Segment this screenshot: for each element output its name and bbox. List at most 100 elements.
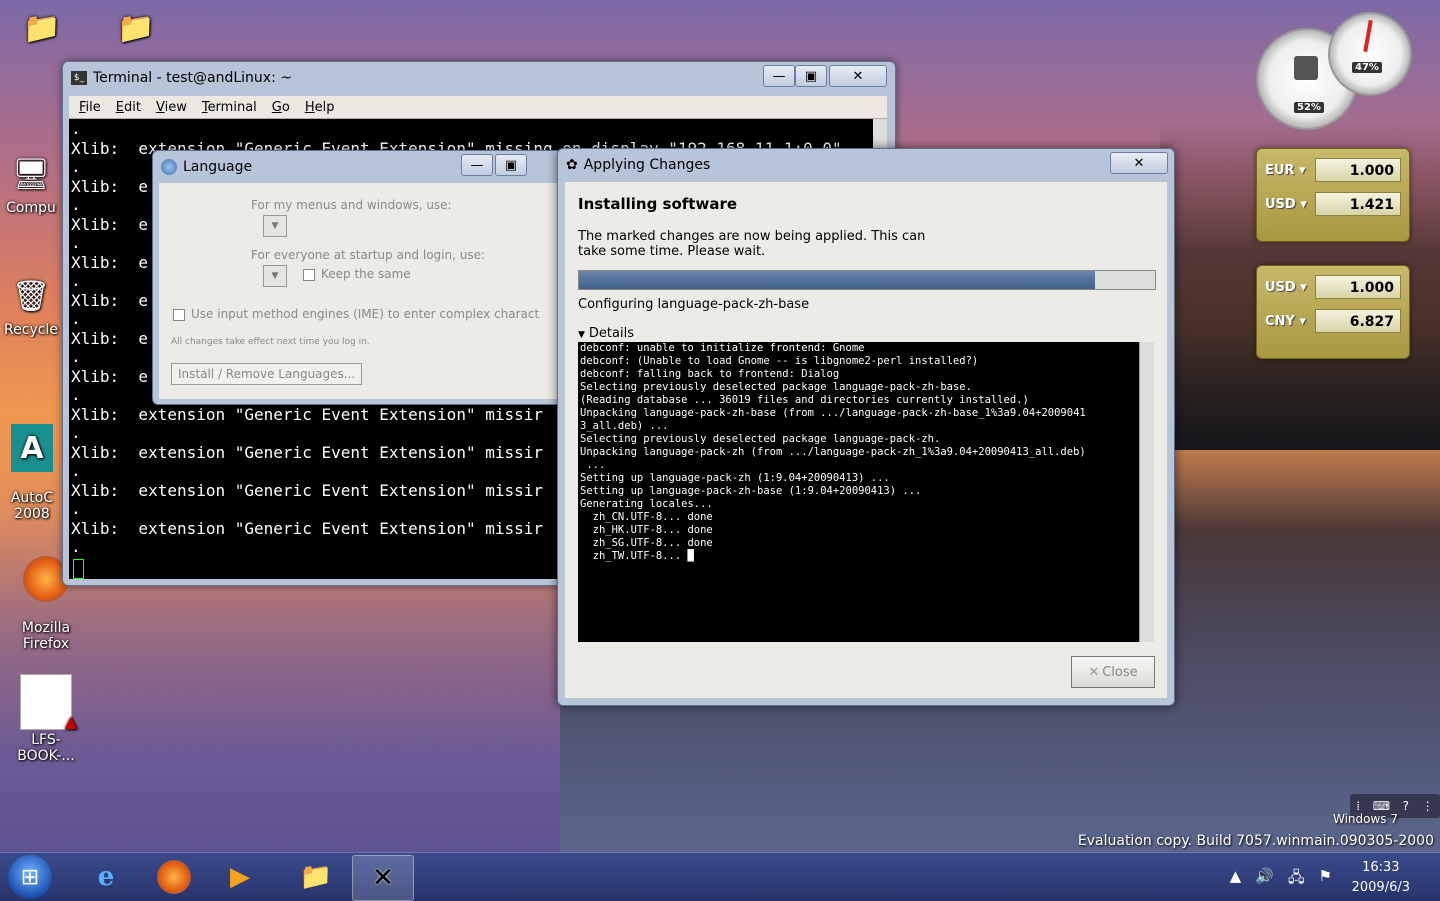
taskbar-firefox[interactable] (144, 855, 204, 899)
install-log[interactable]: debconf: unable to initialize frontend: … (578, 342, 1154, 642)
clock-date: 2009/6/3 (1351, 880, 1410, 895)
menu-terminal[interactable]: Terminal (202, 100, 257, 115)
close-icon: ✕ (1133, 155, 1145, 171)
cpu-chip-icon (1294, 56, 1318, 80)
volume-icon[interactable]: 🔊 (1255, 867, 1274, 892)
network-icon[interactable]: 🖧 (1288, 867, 1305, 892)
log-line: debconf: falling back to frontend: Dialo… (580, 368, 840, 380)
currency-selector[interactable]: USD ▾ (1265, 197, 1315, 212)
applying-changes-content: Installing software The marked changes a… (565, 182, 1167, 698)
language-window[interactable]: Language — ▣ For my menus and windows, u… (152, 150, 572, 405)
log-line: Generating locales... (580, 498, 713, 510)
currency-gadget-usd-cny[interactable]: USD ▾ 1.000 CNY ▾ 6.827 (1256, 265, 1410, 359)
currency-selector[interactable]: USD ▾ (1265, 280, 1315, 295)
options-icon[interactable]: ⋮ (1422, 799, 1434, 813)
applying-changes-titlebar[interactable]: ✿ Applying Changes (558, 149, 1174, 181)
currency-selector[interactable]: CNY ▾ (1265, 314, 1315, 329)
minimize-icon: — (772, 68, 786, 84)
checkbox-box[interactable] (173, 308, 185, 321)
terminal-line: Xlib: e (71, 253, 149, 272)
terminal-line: Xlib: e (71, 215, 149, 234)
currency-value[interactable]: 1.000 (1315, 158, 1401, 182)
desktop-icon-recycle-bin[interactable]: 🗑 Recycle (0, 272, 62, 339)
details-expander[interactable]: ▼ Details (578, 326, 634, 341)
help-icon[interactable]: ? (1403, 799, 1409, 813)
log-line: zh_CN.UTF-8... done (580, 511, 713, 523)
minimize-button[interactable]: — (763, 65, 795, 87)
action-center-flag-icon[interactable]: ⚑ (1319, 867, 1332, 892)
menu-file[interactable]: File (79, 100, 101, 115)
log-line: ... (580, 459, 606, 471)
progress-fill (579, 271, 1095, 289)
log-line: (Reading database ... 36019 files and di… (580, 394, 1029, 406)
terminal-title: Terminal - test@andLinux: ~ (93, 70, 292, 86)
taskbar-xming[interactable]: ✕ (352, 855, 414, 901)
log-line: debconf: (Unable to load Gnome -- is lib… (580, 355, 979, 367)
evaluation-watermark: Evaluation copy. Build 7057.winmain.0903… (1077, 833, 1434, 849)
desktop-icon-folder[interactable]: 📁 (94, 4, 178, 54)
taskbar-explorer[interactable]: 📁 (286, 855, 346, 899)
memory-meter-gadget[interactable]: 47% (1328, 12, 1412, 96)
close-icon: ✕ (1088, 664, 1100, 680)
package-manager-icon: ✿ (566, 157, 578, 173)
close-window-button[interactable]: ✕ (829, 65, 887, 87)
show-hidden-icons-icon[interactable]: ▲ (1230, 867, 1242, 892)
system-tray: ▲ 🔊 🖧 ⚑ (1230, 867, 1332, 892)
taskbar-clock[interactable]: 16:33 2009/6/3 (1352, 858, 1410, 898)
menus-language-label: For my menus and windows, use: (251, 198, 452, 212)
log-line: Selecting previously deselected package … (580, 433, 941, 445)
checkbox-box[interactable] (303, 268, 315, 281)
desktop-icon-computer[interactable]: 🖥 Compu (0, 150, 62, 217)
clock-time: 16:33 (1362, 860, 1400, 875)
terminal-cursor (73, 559, 84, 579)
menu-view[interactable]: View (156, 100, 187, 115)
log-line: Setting up language-pack-zh-base (1:9.04… (580, 485, 922, 497)
taskbar-internet-explorer[interactable]: e (76, 855, 136, 899)
taskbar: ⊞ e ▶ 📁 ✕ ▲ 🔊 🖧 ⚑ 16:33 2009/6/3 (0, 852, 1440, 901)
keep-same-checkbox[interactable]: Keep the same (303, 267, 411, 281)
desktop-icon-user-folder[interactable]: 📁 (0, 4, 84, 54)
gauge-needle (1363, 19, 1373, 53)
menus-language-dropdown[interactable]: ▼ (263, 215, 287, 237)
maximize-button[interactable]: ▣ (495, 154, 527, 176)
startup-language-dropdown[interactable]: ▼ (263, 265, 287, 287)
terminal-line: Xlib: extension "Generic Event Extension… (71, 405, 544, 424)
keyboard-icon[interactable]: ⌨ (1373, 799, 1390, 813)
expander-arrow-icon: ▼ (578, 330, 585, 340)
install-remove-languages-button[interactable]: Install / Remove Languages... (171, 363, 363, 385)
desktop-icon-lfs-book[interactable]: ▲ LFS-BOOK-... (4, 674, 88, 764)
log-line: Unpacking language-pack-zh-base (from ..… (580, 407, 1086, 419)
currency-selector[interactable]: EUR ▾ (1265, 163, 1315, 178)
close-window-button[interactable]: ✕ (1110, 152, 1168, 174)
taskbar-media-player[interactable]: ▶ (210, 855, 270, 899)
log-line: zh_TW.UTF-8... █ (580, 550, 694, 562)
currency-value[interactable]: 1.000 (1315, 275, 1401, 299)
menu-go[interactable]: Go (272, 100, 290, 115)
globe-icon (161, 159, 177, 175)
currency-value[interactable]: 1.421 (1315, 192, 1401, 216)
autocad-icon: A (11, 424, 53, 472)
log-scrollbar[interactable] (1139, 342, 1154, 642)
grip-icon: ⁞ (1356, 799, 1361, 813)
terminal-line: Xlib: extension "Generic Event Extension… (71, 443, 544, 462)
start-button[interactable]: ⊞ (8, 855, 52, 899)
pdf-document-icon: ▲ (20, 674, 77, 731)
applying-changes-window[interactable]: ✿ Applying Changes ✕ Installing software… (557, 148, 1175, 706)
folder-icon: 📁 (299, 862, 333, 892)
currency-gadget-eur-usd[interactable]: EUR ▾ 1.000 USD ▾ 1.421 (1256, 148, 1410, 242)
install-progress-bar (578, 270, 1156, 290)
computer-icon: 🖥 (11, 156, 51, 192)
desktop-icon-autocad[interactable]: A AutoC 2008 (0, 408, 64, 538)
minimize-button[interactable]: — (461, 154, 493, 176)
menu-edit[interactable]: Edit (116, 100, 141, 115)
changes-note: All changes take effect next time you lo… (171, 337, 370, 347)
language-title: Language (183, 159, 253, 175)
startup-language-label: For everyone at startup and login, use: (251, 248, 486, 262)
maximize-button[interactable]: ▣ (795, 65, 827, 87)
ime-checkbox[interactable]: Use input method engines (IME) to enter … (173, 307, 539, 321)
menu-help[interactable]: Help (305, 100, 335, 115)
currency-value[interactable]: 6.827 (1315, 309, 1401, 333)
terminal-line: Xlib: e (71, 177, 149, 196)
log-line: Unpacking language-pack-zh (from .../lan… (580, 446, 1086, 458)
terminal-line: Xlib: e (71, 329, 149, 348)
